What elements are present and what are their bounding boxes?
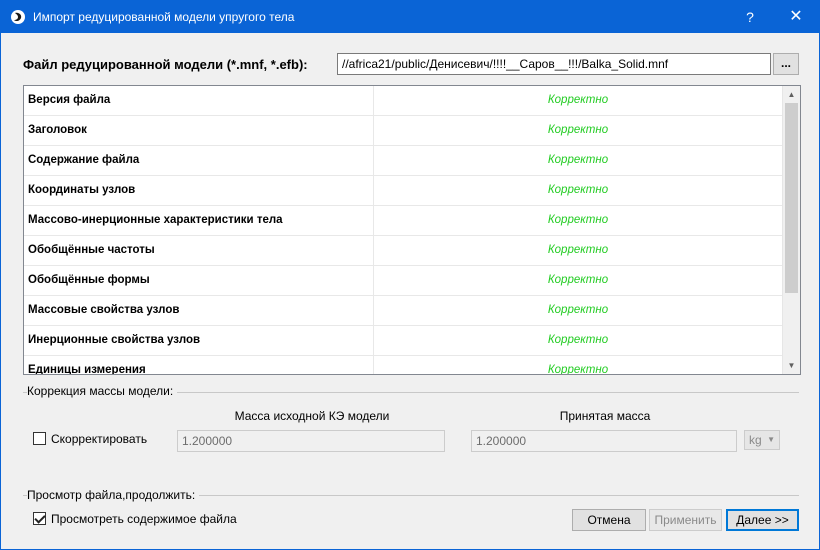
file-check-rows: Версия файла Корректно Заголовок Корректно…	[24, 86, 782, 375]
check-status: Корректно	[547, 364, 609, 375]
app-logo-icon	[10, 9, 26, 25]
browse-button[interactable]: ...	[773, 53, 799, 75]
scroll-up-arrow-icon[interactable]: ▲	[783, 86, 800, 103]
table-scrollbar[interactable]: ▲ ▼	[782, 86, 800, 374]
next-button[interactable]: Далее >>	[726, 509, 799, 531]
file-check-table[interactable]: Версия файла Корректно Заголовок Корректно…	[23, 85, 801, 375]
correct-mass-checkbox[interactable]	[33, 432, 46, 445]
check-name: Массовые свойства узлов	[24, 296, 374, 325]
title-bar[interactable]: Импорт редуцированной модели упругого те…	[1, 1, 819, 33]
check-name: Заголовок	[24, 116, 374, 145]
correct-mass-label[interactable]: Скорректировать	[51, 432, 147, 446]
original-mass-field: 1.200000	[177, 430, 445, 452]
check-name: Содержание файла	[24, 146, 374, 175]
accepted-mass-field[interactable]: 1.200000	[471, 430, 737, 452]
table-row[interactable]: Массовые свойства узлов Корректно	[24, 296, 782, 326]
check-status: Корректно	[547, 304, 609, 316]
file-path-input[interactable]: //africa21/public/Денисевич/!!!!__Саров_…	[337, 53, 771, 75]
original-mass-header: Масса исходной КЭ модели	[234, 409, 390, 423]
mass-group-title: Коррекция массы модели:	[27, 384, 178, 398]
scroll-down-arrow-icon[interactable]: ▼	[783, 357, 800, 374]
check-name: Обобщённые формы	[24, 266, 374, 295]
close-button[interactable]: ✕	[773, 1, 819, 33]
chevron-down-icon: ▼	[767, 435, 775, 444]
apply-button[interactable]: Применить	[649, 509, 722, 531]
check-name: Единицы измерения	[24, 356, 374, 374]
check-status: Корректно	[547, 274, 609, 286]
preview-group-title: Просмотр файла,продолжить:	[27, 488, 200, 502]
view-file-checkbox[interactable]	[33, 512, 46, 525]
check-status: Корректно	[547, 154, 609, 166]
accepted-mass-header: Принятая масса	[559, 409, 651, 423]
check-name: Координаты узлов	[24, 176, 374, 205]
table-row[interactable]: Обобщённые формы Корректно	[24, 266, 782, 296]
help-button[interactable]: ?	[727, 1, 773, 33]
check-status: Корректно	[547, 94, 609, 106]
table-row[interactable]: Обобщённые частоты Корректно	[24, 236, 782, 266]
view-file-label[interactable]: Просмотреть содержимое файла	[51, 512, 237, 526]
table-row[interactable]: Содержание файла Корректно	[24, 146, 782, 176]
table-row[interactable]: Инерционные свойства узлов Корректно	[24, 326, 782, 356]
mass-unit-select[interactable]: kg ▼	[744, 430, 780, 450]
table-row[interactable]: Заголовок Корректно	[24, 116, 782, 146]
scroll-thumb[interactable]	[785, 103, 798, 293]
check-name: Инерционные свойства узлов	[24, 326, 374, 355]
check-status: Корректно	[547, 124, 609, 136]
check-name: Версия файла	[24, 86, 374, 115]
check-status: Корректно	[547, 244, 609, 256]
cancel-button[interactable]: Отмена	[572, 509, 646, 531]
table-row[interactable]: Координаты узлов Корректно	[24, 176, 782, 206]
table-row[interactable]: Единицы измерения Корректно	[24, 356, 782, 375]
file-path-label: Файл редуцированной модели (*.mnf, *.efb…	[23, 57, 308, 72]
table-row[interactable]: Массово-инерционные характеристики тела К…	[24, 206, 782, 236]
mass-unit-value: kg	[749, 433, 762, 447]
check-name: Массово-инерционные характеристики тела	[24, 206, 374, 235]
window-title: Импорт редуцированной модели упругого те…	[33, 10, 295, 24]
import-dialog: Импорт редуцированной модели упругого те…	[0, 0, 820, 550]
check-status: Корректно	[547, 214, 609, 226]
check-status: Корректно	[547, 334, 609, 346]
check-name: Обобщённые частоты	[24, 236, 374, 265]
table-row[interactable]: Версия файла Корректно	[24, 86, 782, 116]
check-status: Корректно	[547, 184, 609, 196]
